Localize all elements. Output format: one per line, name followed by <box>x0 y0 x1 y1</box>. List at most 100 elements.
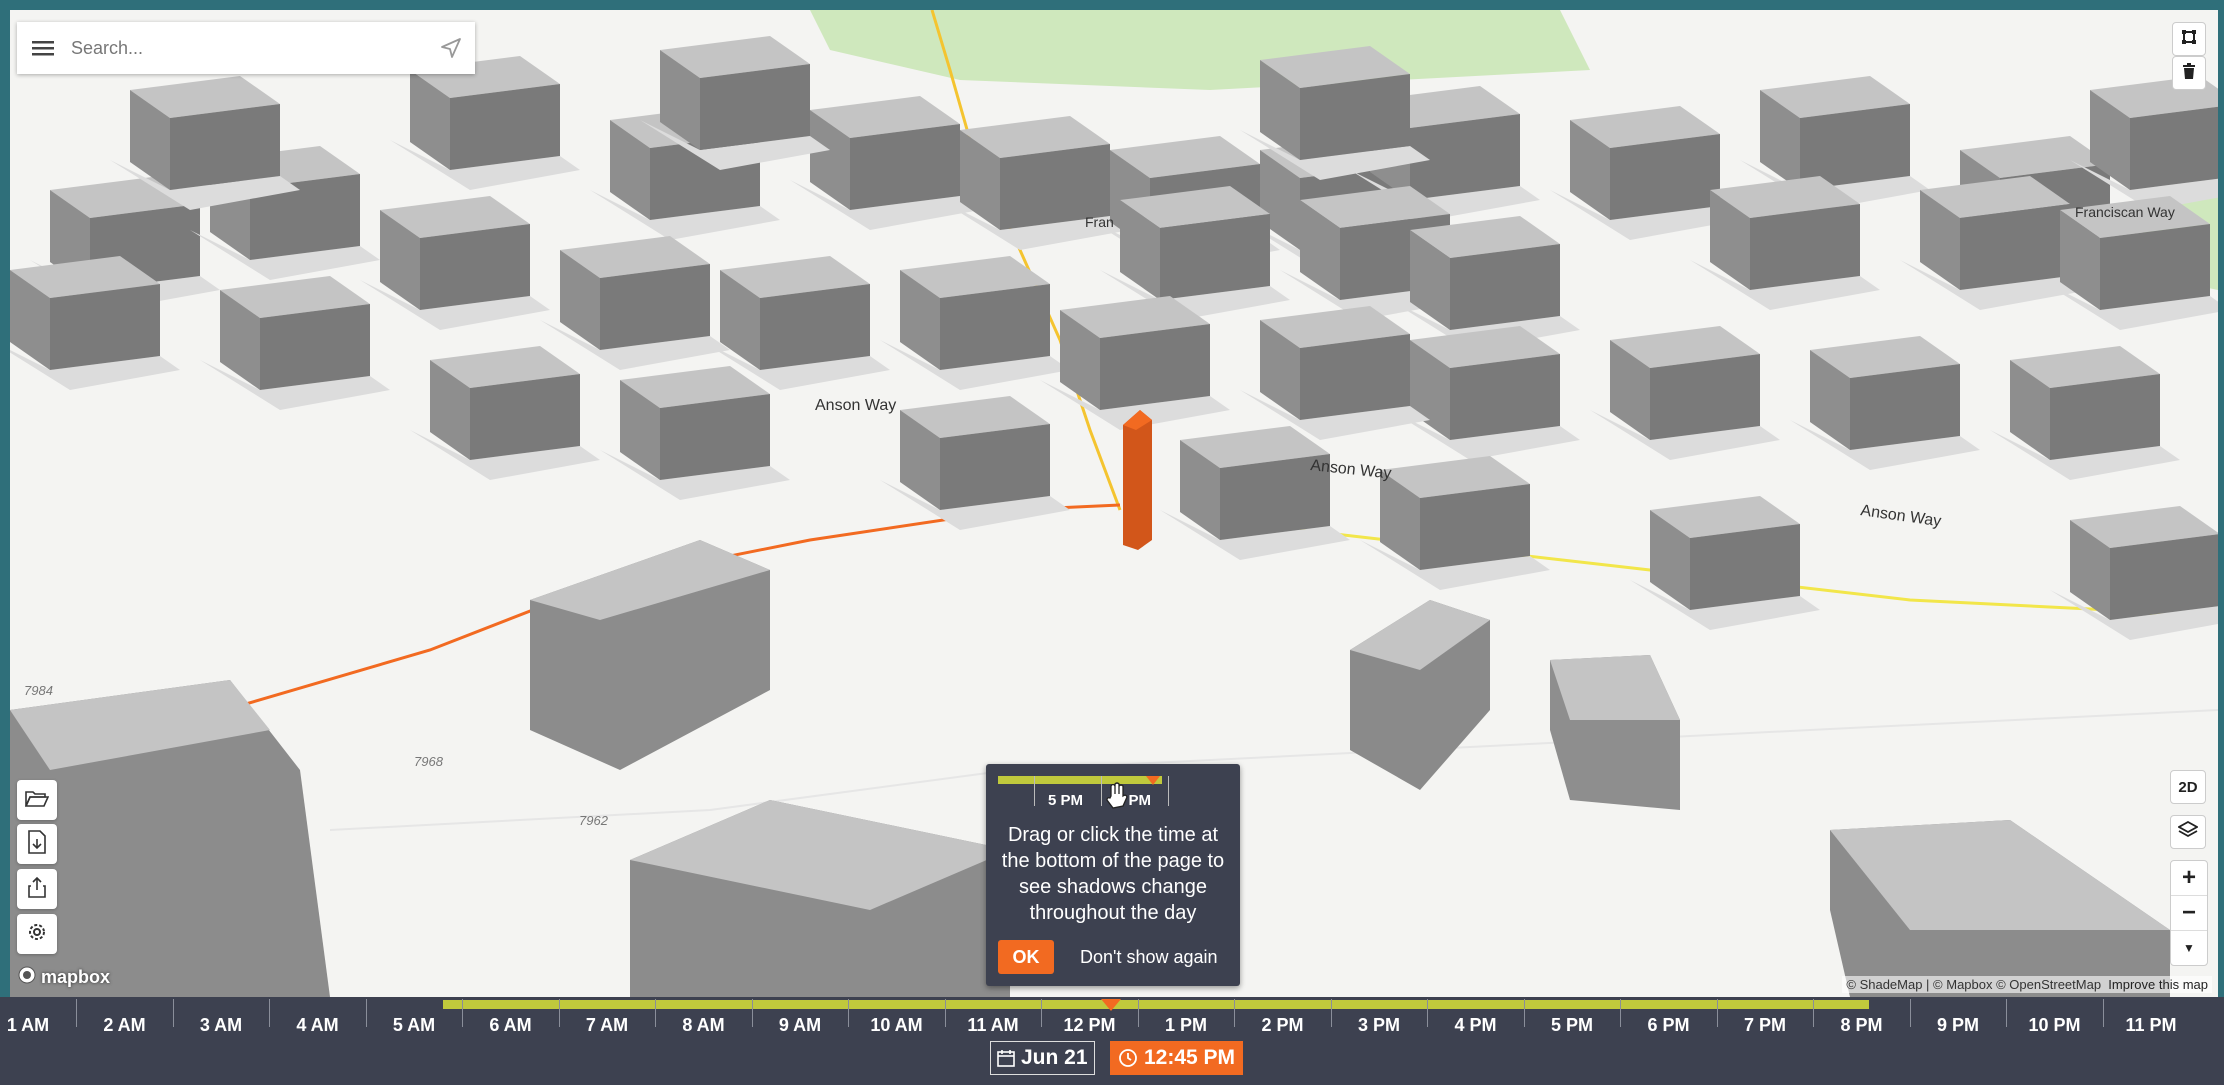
timeline-separator <box>1427 999 1429 1027</box>
street-label: Anson Way <box>1859 502 1942 530</box>
time-cursor[interactable] <box>1101 999 1121 1011</box>
timeline-separator <box>172 999 174 1027</box>
timeline-hour[interactable]: 1 AM <box>0 1009 73 1041</box>
timeline-hour[interactable]: 6 PM <box>1624 1009 1714 1041</box>
tooltip-tick <box>1034 776 1035 806</box>
tooltip-tick <box>1168 776 1169 806</box>
timeline-hour[interactable]: 4 AM <box>273 1009 363 1041</box>
tooltip-daylight-bar <box>998 776 1162 784</box>
draw-shape-button[interactable] <box>2172 22 2206 56</box>
timeline-hour[interactable]: 8 AM <box>659 1009 749 1041</box>
zoom-in-button[interactable]: + <box>2171 861 2207 896</box>
compass-button[interactable]: ▼ <box>2171 931 2207 965</box>
share-button[interactable] <box>17 869 57 909</box>
clock-icon <box>1118 1048 1138 1068</box>
layers-button[interactable] <box>2170 815 2206 849</box>
parcel-number: 7962 <box>579 813 609 828</box>
onboarding-tooltip: 5 PM 6 PM Drag or click the time at the … <box>986 764 1240 986</box>
calendar-icon <box>997 1049 1015 1067</box>
tooltip-cursor <box>1146 776 1160 785</box>
street-label: Fran <box>1085 214 1114 230</box>
timeline-hour[interactable]: 10 PM <box>2010 1009 2100 1041</box>
timeline-separator <box>1137 999 1139 1027</box>
timeline-separator <box>76 999 78 1027</box>
timeline-hour[interactable]: 6 AM <box>466 1009 556 1041</box>
street-label: Franciscan Way <box>2075 204 2175 220</box>
view-2d-toggle[interactable]: 2D <box>2170 770 2206 804</box>
timeline-hour[interactable]: 4 PM <box>1431 1009 1521 1041</box>
tooltip-hour-label: 5 PM <box>1048 792 1084 809</box>
time-value: 12:45 PM <box>1144 1046 1236 1069</box>
timeline-separator <box>944 999 946 1027</box>
search-box <box>17 22 475 74</box>
timeline-separator <box>365 999 367 1027</box>
navigate-icon[interactable] <box>427 22 475 74</box>
tooltip-message: Drag or click the time at the bottom of … <box>1001 824 1225 924</box>
open-file-button[interactable] <box>17 780 57 820</box>
parcel-number: 7984 <box>24 683 53 698</box>
timeline-separator <box>462 999 464 1027</box>
timeline-separator <box>1041 999 1043 1027</box>
improve-map-link[interactable]: Improve this map <box>2108 977 2208 992</box>
street-label: Anson Way <box>815 397 896 414</box>
polygon-draw-icon <box>2181 29 2197 50</box>
layers-icon <box>2177 820 2199 844</box>
timeline-hour[interactable]: 3 PM <box>1334 1009 1424 1041</box>
timeline-hour[interactable]: 9 PM <box>1913 1009 2003 1041</box>
timeline-hour[interactable]: 10 AM <box>852 1009 942 1041</box>
delete-shape-button[interactable] <box>2172 56 2206 90</box>
zoom-control: + − ▼ <box>2170 860 2208 966</box>
share-icon <box>27 876 47 903</box>
timeline-separator <box>2006 999 2008 1027</box>
mapbox-logo-icon <box>18 966 36 989</box>
gear-icon <box>26 921 48 948</box>
compass-icon: ▼ <box>2183 941 2195 955</box>
timeline-separator <box>1716 999 1718 1027</box>
timeline-hour[interactable]: 12 PM <box>1045 1009 1135 1041</box>
timeline-separator <box>751 999 753 1027</box>
mapbox-logo[interactable]: mapbox <box>18 966 110 989</box>
folder-icon <box>24 788 50 813</box>
time-picker[interactable]: 12:45 PM <box>1110 1041 1244 1075</box>
timeline-separator <box>269 999 271 1027</box>
timeline-separator <box>558 999 560 1027</box>
search-input[interactable] <box>69 36 427 60</box>
timeline-hour[interactable]: 2 PM <box>1238 1009 1328 1041</box>
time-slider[interactable]: 1 AM 2 AM 3 AM 4 AM 5 AM 6 AM 7 AM 8 AM 9 AM 10 A… <box>0 997 2224 1085</box>
date-picker[interactable]: Jun 21 <box>990 1041 1095 1075</box>
timeline-hour[interactable]: 11 PM <box>2106 1009 2196 1041</box>
settings-button[interactable] <box>17 914 57 954</box>
timeline-hour[interactable]: 8 PM <box>1817 1009 1907 1041</box>
timeline-hour[interactable]: 3 AM <box>176 1009 266 1041</box>
menu-icon[interactable] <box>17 22 69 74</box>
timeline-hour[interactable]: 7 PM <box>1720 1009 1810 1041</box>
tooltip-tick <box>1101 776 1102 806</box>
parcel-number: 7968 <box>414 754 444 769</box>
zoom-out-button[interactable]: − <box>2171 896 2207 931</box>
dont-show-again-button[interactable]: Don't show again <box>1080 947 1218 968</box>
import-file-button[interactable] <box>17 824 57 864</box>
timeline-hour[interactable]: 5 PM <box>1527 1009 1617 1041</box>
trash-icon <box>2182 62 2196 84</box>
file-download-icon <box>27 829 47 859</box>
timeline-hour[interactable]: 2 AM <box>80 1009 170 1041</box>
timeline-separator <box>1813 999 1815 1027</box>
timeline-hour[interactable]: 5 AM <box>369 1009 459 1041</box>
timeline-hour[interactable]: 11 AM <box>948 1009 1038 1041</box>
timeline-separator <box>2102 999 2104 1027</box>
timeline-separator <box>1234 999 1236 1027</box>
timeline-hour[interactable]: 7 AM <box>562 1009 652 1041</box>
attribution-text[interactable]: © ShadeMap | © Mapbox © OpenStreetMap <box>1846 977 2101 992</box>
ok-button[interactable]: OK <box>998 940 1054 974</box>
map-attribution: © ShadeMap | © Mapbox © OpenStreetMap Im… <box>1842 976 2212 993</box>
timeline-hour[interactable]: 9 AM <box>755 1009 845 1041</box>
timeline-hour[interactable]: 1 PM <box>1141 1009 1231 1041</box>
date-value: Jun 21 <box>1021 1046 1088 1069</box>
daylight-band <box>443 1000 1869 1009</box>
mapbox-logo-text: mapbox <box>41 967 111 987</box>
timeline-separator <box>848 999 850 1027</box>
timeline-separator <box>1523 999 1525 1027</box>
timeline-separator <box>1620 999 1622 1027</box>
timeline-separator <box>1909 999 1911 1027</box>
hand-pointer-icon <box>1104 782 1128 815</box>
